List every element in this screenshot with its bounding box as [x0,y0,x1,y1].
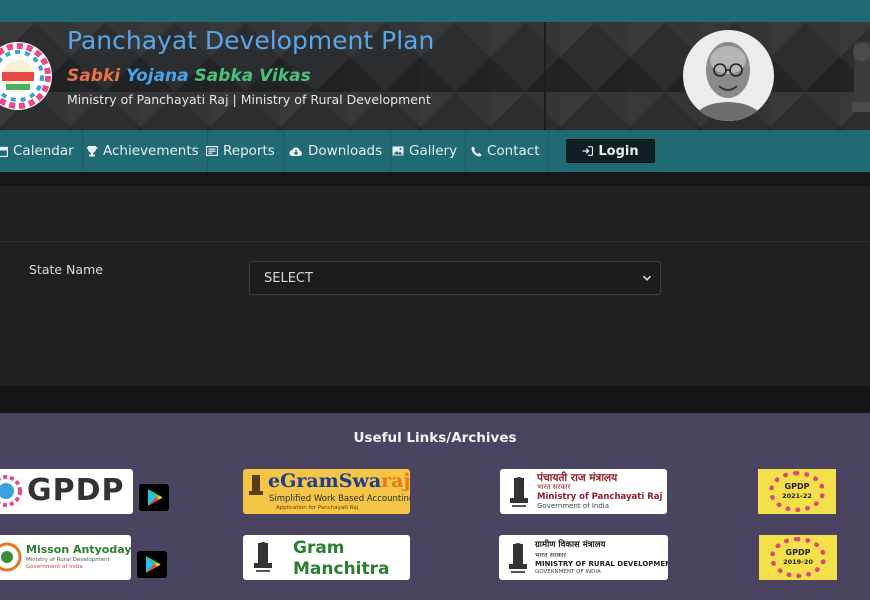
login-label: Login [598,143,639,159]
cloud-download-icon [289,147,302,156]
egramswaraj-subtitle-2: Application for Panchayati Raj [276,505,359,511]
gpdp-link-card[interactable]: GPDP [0,469,133,514]
login-button[interactable]: Login [566,139,655,163]
gpdp-2019-20-link[interactable]: GPDP 2019-20 [759,535,837,580]
nav-gallery-label: Gallery [409,143,458,159]
national-emblem-icon [254,542,272,572]
trophy-icon [86,146,98,157]
portrait-image [683,30,774,121]
chevron-down-icon [642,275,652,281]
state-select-value: SELECT [264,270,313,286]
site-title: Panchayat Development Plan [67,26,435,55]
sign-in-icon [582,146,594,156]
gpdp-2021-22-year: 2021-22 [782,492,812,500]
mord-english-text: MINISTRY OF RURAL DEVELOPMENT [535,560,668,568]
content-band-top [0,172,870,186]
mopr-link-card[interactable]: पंचायती राज मंत्रालय भारत सरकार Ministry… [500,469,667,514]
mord-gov-text: GOVERNMENT OF INDIA [535,569,601,575]
mopr-hindi-text-2: भारत सरकार [537,483,571,491]
ministries-line: Ministry of Panchayati Raj | Ministry of… [67,92,431,107]
antyodaya-logo-icon [0,542,22,572]
egramswaraj-text-a: eGramSwa [268,470,382,492]
calendar-icon [0,146,8,157]
site-header: Panchayat Development Plan Sabki Yojana … [0,22,870,130]
mopr-gov-text: Government of India [537,502,610,510]
egramswaraj-link-card[interactable]: eGramSwaraj Simplified Work Based Accoun… [243,469,410,514]
useful-links-title: Useful Links/Archives [353,430,517,446]
antyodaya-play-store-icon[interactable] [137,551,167,578]
mord-link-card[interactable]: ग्रामीण विकास मंत्रालय भारत सरकार MINIST… [499,535,668,580]
nav-achievements-label: Achievements [103,143,199,159]
phone-icon [471,146,482,156]
gpdp-2019-20-year: 2019-20 [783,558,813,566]
panel-divider [0,241,870,242]
nav-calendar-label: Calendar [13,143,74,159]
site-tagline: Sabki Yojana Sabka Vikas [67,66,311,86]
tagline-part-2: Yojana [125,66,189,86]
egramswaraj-text-b: raj [381,470,410,492]
manchitra-title-2: Manchitra [293,559,390,579]
gpdp-2021-22-link[interactable]: GPDP 2021-22 [758,469,836,514]
gpdp-wheel-icon [0,475,22,507]
gpdp-2019-20-title: GPDP [785,548,811,557]
national-emblem-icon [249,475,263,495]
gpdp-play-store-icon[interactable] [139,484,169,511]
antyodaya-subtitle: Ministry of Rural Development [26,557,110,563]
nav-downloads-label: Downloads [308,143,383,159]
nav-reports[interactable]: Reports [206,130,284,172]
gpdp-2021-22-title: GPDP [784,482,810,491]
nav-gallery[interactable]: Gallery [392,130,467,172]
nav-contact-label: Contact [487,143,540,159]
national-emblem-icon [852,42,870,112]
nav-downloads[interactable]: Downloads [289,130,392,172]
tagline-part-3: Sabka Vikas [194,66,311,86]
gpdp-logo-icon [0,42,52,110]
main-navbar: Calendar Achievements Reports Downloads … [0,130,870,172]
national-emblem-icon [510,477,528,507]
tagline-part-1: Sabki [67,66,121,86]
mopr-english-text: Ministry of Panchayati Raj [537,492,663,502]
antyodaya-gov: Government of India [26,564,83,570]
mord-hindi-text-2: भारत सरकार [535,551,567,559]
nav-calendar[interactable]: Calendar [0,130,83,172]
egramswaraj-subtitle: Simplified Work Based Accounting [269,494,410,504]
nav-achievements[interactable]: Achievements [86,130,208,172]
gram-manchitra-link-card[interactable]: Gram Manchitra [243,535,410,580]
gpdp-link-text: GPDP [27,473,125,508]
national-emblem-icon [509,543,527,573]
header-divider [544,22,546,130]
reports-icon [206,146,218,156]
state-name-label: State Name [29,262,103,277]
nav-reports-label: Reports [223,143,275,159]
mission-antyodaya-link-card[interactable]: Misson Antyodaya Ministry of Rural Devel… [0,535,131,580]
top-strip [0,0,870,22]
nav-contact[interactable]: Contact [471,130,549,172]
state-select[interactable]: SELECT [249,261,661,295]
manchitra-title-1: Gram [293,538,345,558]
antyodaya-title: Misson Antyodaya [26,543,131,556]
image-icon [392,146,404,156]
mord-hindi-text: ग्रामीण विकास मंत्रालय [535,540,606,550]
content-band-bottom [0,386,870,413]
